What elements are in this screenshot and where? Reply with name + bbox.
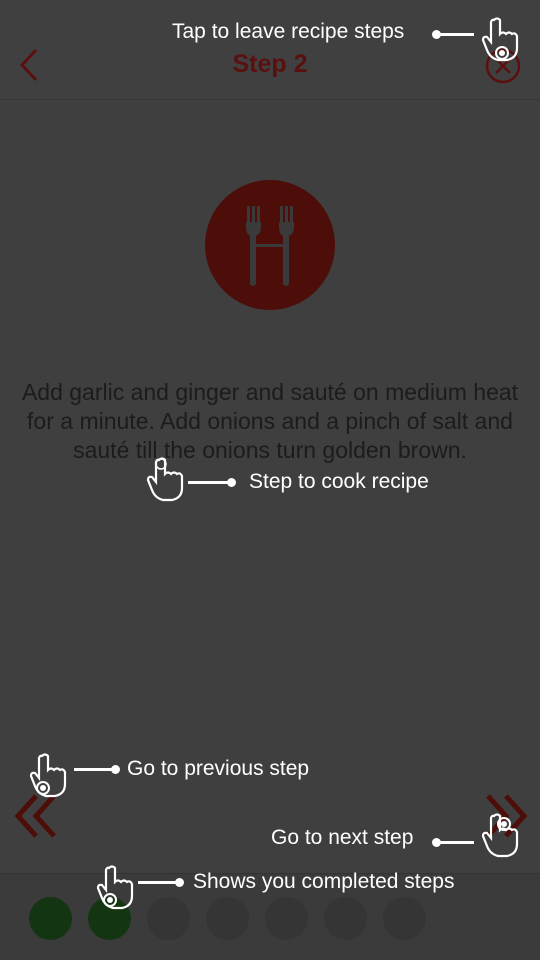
double-chevron-left-icon [14,794,56,838]
step-dot-7[interactable] [383,897,426,940]
step-instruction[interactable]: Add garlic and ginger and sauté on mediu… [20,378,520,465]
coach-previous-label: Go to previous step [127,757,310,780]
coach-cook-pointer [188,478,236,487]
coach-leave-pointer [432,30,474,39]
step-dot-4[interactable] [206,897,249,940]
step-icon [205,180,335,310]
hand-tap-icon [29,753,67,798]
coach-previous-pointer [74,765,120,774]
coach-completed-label: Shows you completed steps [193,870,455,893]
step-dot-3[interactable] [147,897,190,940]
coach-completed-pointer [138,878,184,887]
coach-leave-label: Tap to leave recipe steps [172,20,405,43]
hand-tap-icon [96,865,134,910]
hand-tap-icon [481,17,519,62]
header-bar: Step 2 [0,0,540,100]
coach-cook-label: Step to cook recipe [249,470,429,493]
coach-next-label: Go to next step [271,826,414,849]
previous-step-button[interactable] [12,792,62,840]
step-dot-6[interactable] [324,897,367,940]
step-dot-5[interactable] [265,897,308,940]
step-dot-1[interactable] [29,897,72,940]
coach-next-pointer [432,838,474,847]
hand-tap-icon [481,813,519,858]
page-title: Step 2 [232,50,308,78]
hand-tap-icon [146,457,184,502]
fork-and-fork-icon [246,206,294,286]
